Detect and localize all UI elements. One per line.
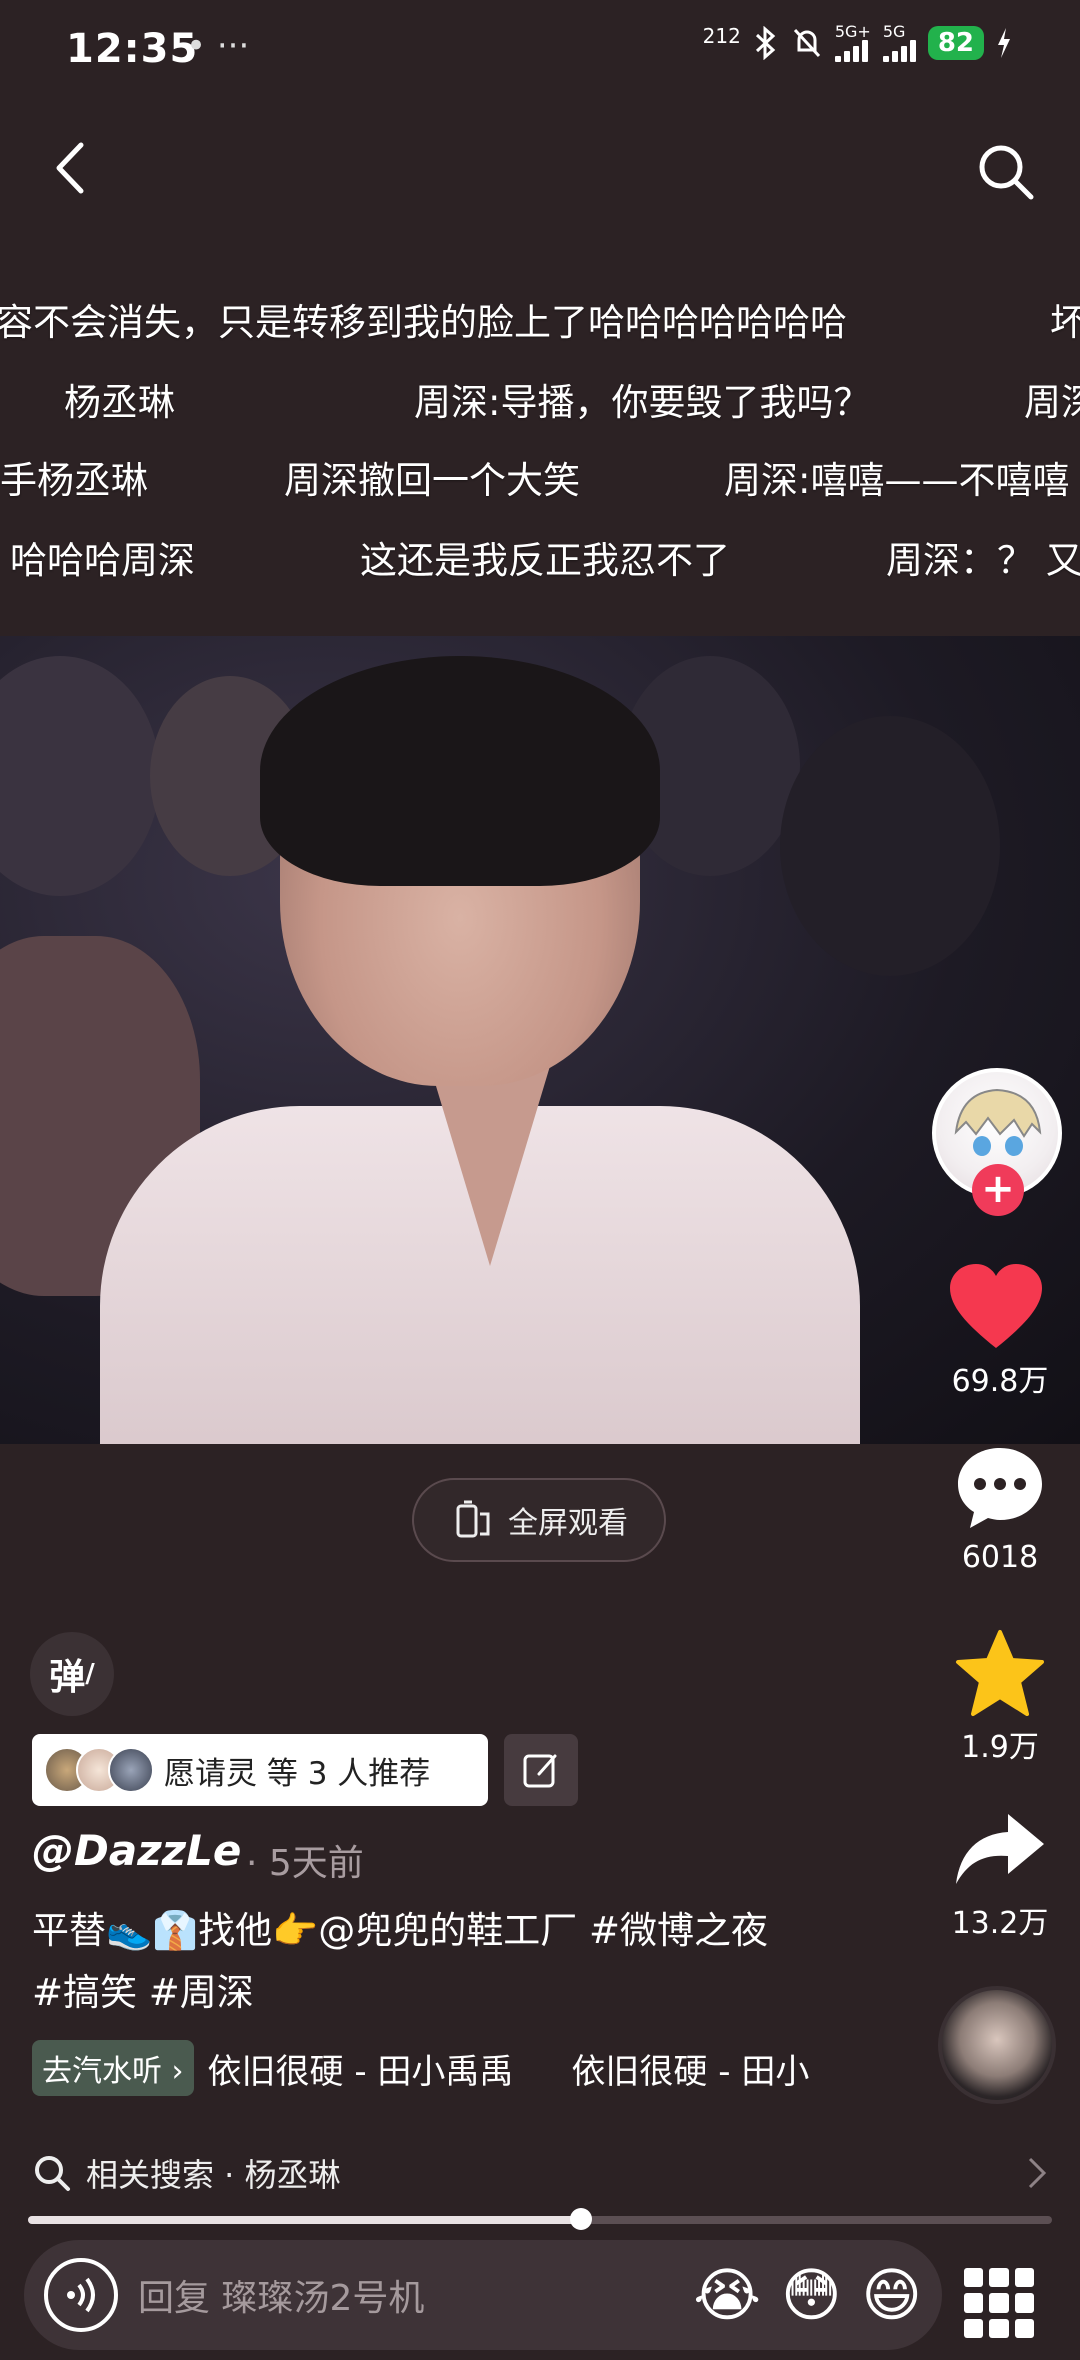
status-time: 12:35 bbox=[66, 26, 199, 72]
related-search-bar[interactable]: 相关搜索 · 杨丞琳 bbox=[0, 2140, 1080, 2206]
status-icons: 212 5G+ 5G 82 bbox=[703, 24, 1012, 62]
voice-wave-icon bbox=[67, 2277, 95, 2313]
progress-fill bbox=[28, 2216, 581, 2224]
edit-button[interactable] bbox=[504, 1734, 578, 1806]
chevron-right-icon bbox=[1028, 2157, 1047, 2189]
reply-bar[interactable]: 回复 璨璨汤2号机 😭 😳 😄 bbox=[24, 2240, 942, 2350]
back-button[interactable] bbox=[40, 132, 100, 204]
music-track[interactable]: 依旧很硬 - 田小禹禹 bbox=[208, 2044, 514, 2093]
favorite-button[interactable] bbox=[952, 1628, 1052, 1720]
emoji-flushed-button[interactable]: 😳 bbox=[781, 2266, 841, 2324]
network-type-2: 5G bbox=[882, 22, 906, 41]
rotate-screen-icon bbox=[456, 1500, 490, 1538]
open-in-qishui-button[interactable]: 去汽水听 › bbox=[32, 2040, 194, 2096]
emoji-grin-button[interactable]: 😄 bbox=[862, 2266, 922, 2324]
search-icon bbox=[979, 145, 1034, 200]
emoji-crying-button[interactable]: 😭 bbox=[693, 2266, 761, 2324]
share-button[interactable] bbox=[952, 1810, 1052, 1890]
share-count: 13.2万 bbox=[951, 1906, 1049, 1941]
music-track-repeat: 依旧很硬 - 田小 bbox=[571, 2051, 810, 2092]
post-time: · 5天前 bbox=[246, 1843, 364, 1884]
star-icon bbox=[956, 1630, 1044, 1716]
like-count: 69.8万 bbox=[951, 1364, 1049, 1399]
like-button[interactable] bbox=[946, 1262, 1056, 1352]
recommenders-strip[interactable]: 愿请灵 等 3 人推荐 bbox=[32, 1734, 488, 1806]
search-icon bbox=[35, 2156, 70, 2191]
danmaku-item: 这还是我反正我忍不了 bbox=[360, 539, 730, 582]
video-player[interactable] bbox=[0, 636, 1080, 1444]
danmaku-item: 哈哈哈周深 bbox=[10, 539, 195, 582]
comment-count: 6018 bbox=[961, 1540, 1039, 1575]
edit-icon bbox=[523, 1754, 557, 1788]
danmaku-item: 坏 bbox=[1050, 301, 1080, 344]
recommender-avatar bbox=[108, 1747, 154, 1793]
network-speed: 212 bbox=[702, 24, 741, 48]
danmaku-item: 容不会消失，只是转移到我的脸上了哈哈哈哈哈哈哈 bbox=[0, 301, 847, 344]
music-row: 去汽水听 › 依旧很硬 - 田小禹禹 依旧很硬 - 田小 bbox=[32, 2040, 809, 2096]
danmaku-toggle-button[interactable]: 弹 / bbox=[30, 1632, 114, 1716]
subject-hair bbox=[260, 656, 660, 886]
author-name[interactable]: @DazzLe bbox=[32, 1826, 241, 1875]
caption-line-1[interactable]: 平替👟👔找他👉@兜兜的鞋工厂 #微博之夜 bbox=[32, 1900, 768, 1954]
progress-handle[interactable] bbox=[570, 2208, 592, 2230]
signal-icon-2 bbox=[882, 40, 916, 62]
heart-icon bbox=[950, 1264, 1042, 1348]
recommend-text: 愿请灵 等 3 人推荐 bbox=[164, 1755, 431, 1792]
comment-button[interactable] bbox=[952, 1444, 1052, 1534]
danmaku-item: 周深 bbox=[1024, 381, 1080, 424]
danmaku-item: 周深:导播，你要毁了我吗？ bbox=[414, 381, 871, 424]
danmaku-item: 周深:嘻嘻——不嘻嘻 bbox=[724, 459, 1070, 502]
chevron-left-icon bbox=[56, 142, 84, 194]
music-disc[interactable] bbox=[938, 1986, 1056, 2104]
battery-level: 82 bbox=[927, 26, 984, 60]
notification-dots: • ··· bbox=[186, 26, 250, 66]
share-arrow-icon bbox=[956, 1814, 1044, 1884]
caption-line-2[interactable]: #搞笑 #周深 bbox=[32, 1962, 254, 2016]
follow-plus-button[interactable]: + bbox=[972, 1164, 1024, 1216]
mute-bell-icon bbox=[793, 28, 820, 58]
voice-input-button[interactable] bbox=[44, 2258, 118, 2332]
search-button[interactable] bbox=[966, 132, 1046, 212]
signal-icon-1 bbox=[834, 40, 868, 62]
reply-input[interactable]: 回复 璨璨汤2号机 bbox=[138, 2269, 673, 2321]
bluetooth-icon bbox=[755, 26, 776, 60]
fullscreen-label: 全屏观看 bbox=[508, 1506, 628, 1541]
danmaku-item: 杨丞琳 bbox=[64, 381, 175, 424]
fullscreen-button[interactable]: 全屏观看 bbox=[412, 1478, 666, 1562]
favorite-count: 1.9万 bbox=[961, 1730, 1039, 1765]
danmaku-item: 手杨丞琳 bbox=[0, 459, 148, 502]
network-type-1: 5G+ bbox=[834, 22, 871, 41]
danmaku-item: 周深撤回一个大笑 bbox=[284, 459, 580, 502]
danmaku-item: 周深：？ 又 bbox=[886, 539, 1080, 582]
danmaku-toggle-label: 弹 bbox=[49, 1657, 86, 1698]
related-search-text: 相关搜索 · 杨丞琳 bbox=[86, 2156, 341, 2194]
more-grid-button[interactable] bbox=[964, 2268, 1034, 2338]
comment-bubble-icon bbox=[958, 1448, 1042, 1528]
charging-icon bbox=[998, 28, 1010, 58]
